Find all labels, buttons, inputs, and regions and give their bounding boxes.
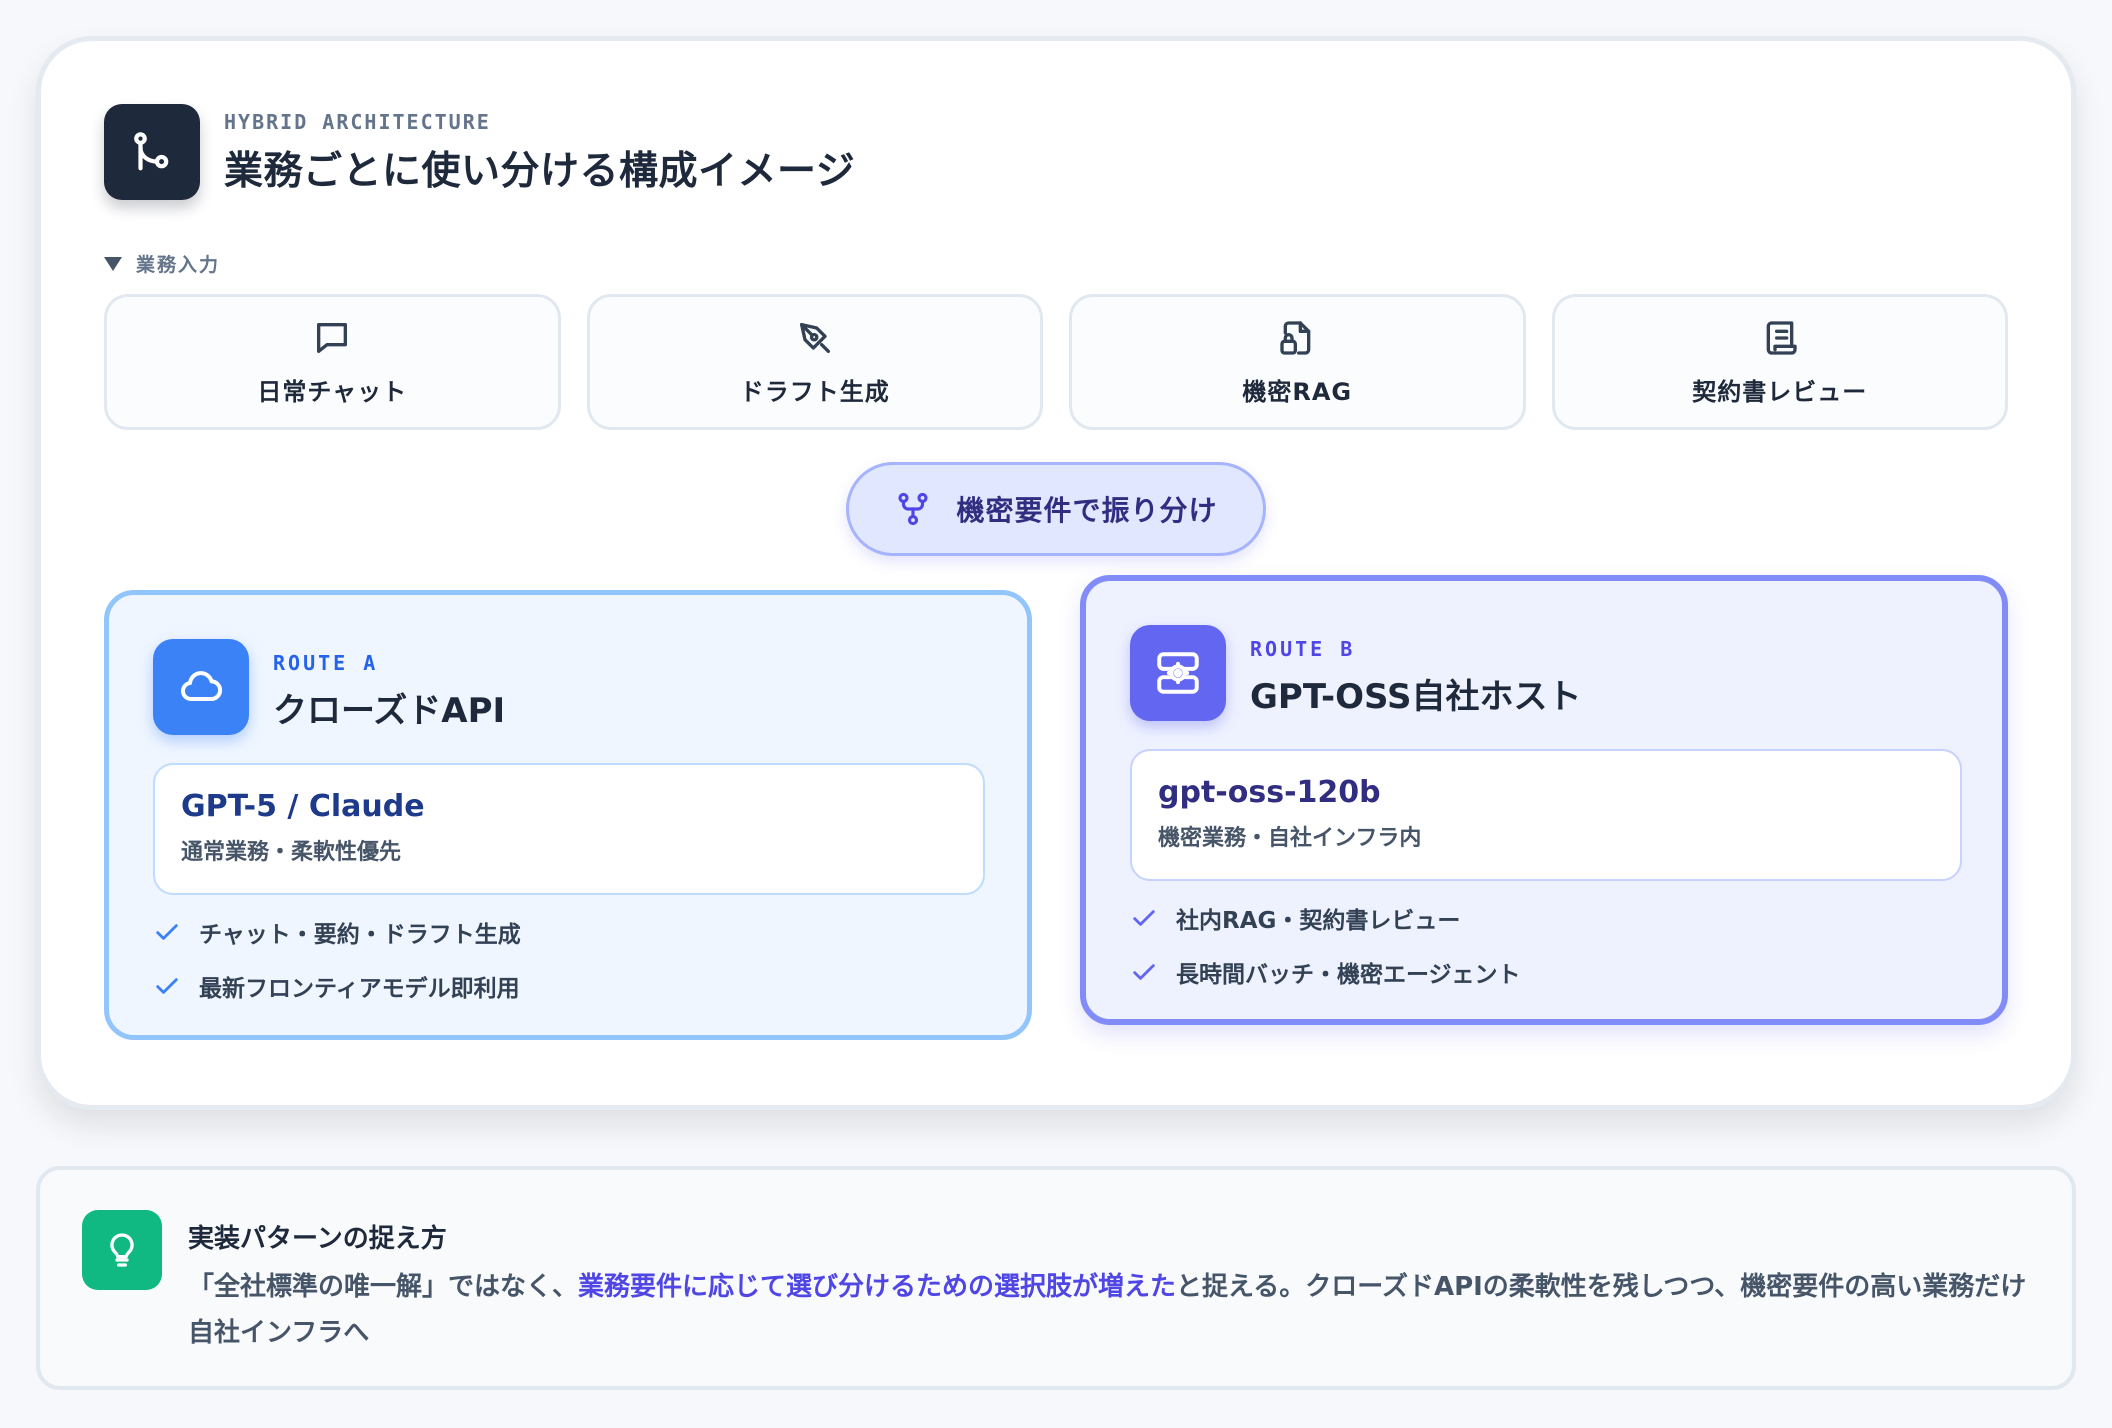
tile-label: 機密RAG [1242, 377, 1353, 406]
check-icon [1133, 910, 1155, 926]
page-title: 業務ごとに使い分ける構成イメージ [224, 149, 856, 194]
route-b-card: ROUTE B GPT-OSS自社ホスト gpt-oss-120b 機密業務・自… [1080, 575, 2008, 1025]
list-item: 社内RAG・契約書レビュー [1130, 901, 1521, 935]
check-text: 社内RAG・契約書レビュー [1176, 908, 1461, 934]
chat-bubble-icon [317, 322, 348, 353]
git-fork-icon [898, 492, 929, 526]
scroll-icon [1766, 320, 1797, 355]
list-item: 長時間バッチ・機密エージェント [1130, 955, 1521, 989]
check-list: 社内RAG・契約書レビュー 長時間バッチ・機密エージェント [1130, 901, 1521, 989]
check-list: チャット・要約・ドラフト生成 最新フロンティアモデル即利用 [153, 915, 521, 1003]
model-description: 通常業務・柔軟性優先 [181, 840, 402, 865]
router-pill: 機密要件で振り分け [846, 462, 1266, 556]
model-name: gpt-oss-120b [1158, 775, 1381, 810]
check-icon [156, 978, 178, 994]
tip-card: 実装パターンの捉え方 「全社標準の唯一解」ではなく、業務要件に応じて選び分けるた… [36, 1166, 2076, 1390]
check-text: チャット・要約・ドラフト生成 [199, 922, 521, 948]
cloud-icon [153, 639, 249, 735]
route-name: GPT-OSS自社ホスト [1250, 677, 1582, 717]
check-text: 最新フロンティアモデル即利用 [199, 976, 520, 1002]
check-icon [156, 924, 178, 940]
model-name: GPT-5 / Claude [181, 789, 425, 824]
model-box: GPT-5 / Claude 通常業務・柔軟性優先 [153, 763, 985, 895]
tile-label: ドラフト生成 [739, 377, 890, 406]
section-label-text: 業務入力 [136, 254, 221, 276]
server-cog-icon [1130, 625, 1226, 721]
pen-tool-icon [799, 322, 830, 353]
route-tag: ROUTE A [273, 651, 379, 675]
section-label-input: 業務入力 [104, 250, 220, 277]
lightbulb-icon [82, 1210, 162, 1290]
list-item: 最新フロンティアモデル即利用 [153, 969, 521, 1003]
tip-body: 「全社標準の唯一解」ではなく、業務要件に応じて選び分けるための選択肢が増えたと捉… [188, 1264, 2038, 1356]
header-eyebrow: HYBRID ARCHITECTURE [224, 110, 491, 134]
tile-label: 日常チャット [257, 377, 408, 406]
triangle-down-icon [104, 256, 122, 271]
list-item: チャット・要約・ドラフト生成 [153, 915, 521, 949]
check-icon [1133, 964, 1155, 980]
tile-daily-chat[interactable]: 日常チャット [104, 294, 561, 430]
route-tag: ROUTE B [1250, 637, 1356, 661]
tip-highlight: 業務要件に応じて選び分けるための選択肢が増えた [578, 1272, 1177, 1302]
input-tiles: 日常チャット ドラフト生成 機密RAG 契約書レビュー [104, 294, 2008, 430]
route-a-card: ROUTE A クローズドAPI GPT-5 / Claude 通常業務・柔軟性… [104, 590, 1032, 1040]
tile-label: 契約書レビュー [1692, 377, 1868, 406]
file-lock-icon [1280, 320, 1311, 355]
route-name: クローズドAPI [273, 691, 506, 731]
check-text: 長時間バッチ・機密エージェント [1176, 962, 1521, 988]
model-box: gpt-oss-120b 機密業務・自社インフラ内 [1130, 749, 1962, 881]
router-label: 機密要件で振り分け [956, 494, 1218, 527]
git-branch-icon [104, 104, 200, 200]
tile-draft[interactable]: ドラフト生成 [586, 294, 1043, 430]
model-description: 機密業務・自社インフラ内 [1158, 826, 1422, 851]
tip-title: 実装パターンの捉え方 [188, 1224, 447, 1254]
tile-contract-review[interactable]: 契約書レビュー [1551, 294, 2008, 430]
tip-text: 「全社標準の唯一解」ではなく、 [188, 1272, 579, 1302]
tile-confidential-rag[interactable]: 機密RAG [1069, 294, 1526, 430]
